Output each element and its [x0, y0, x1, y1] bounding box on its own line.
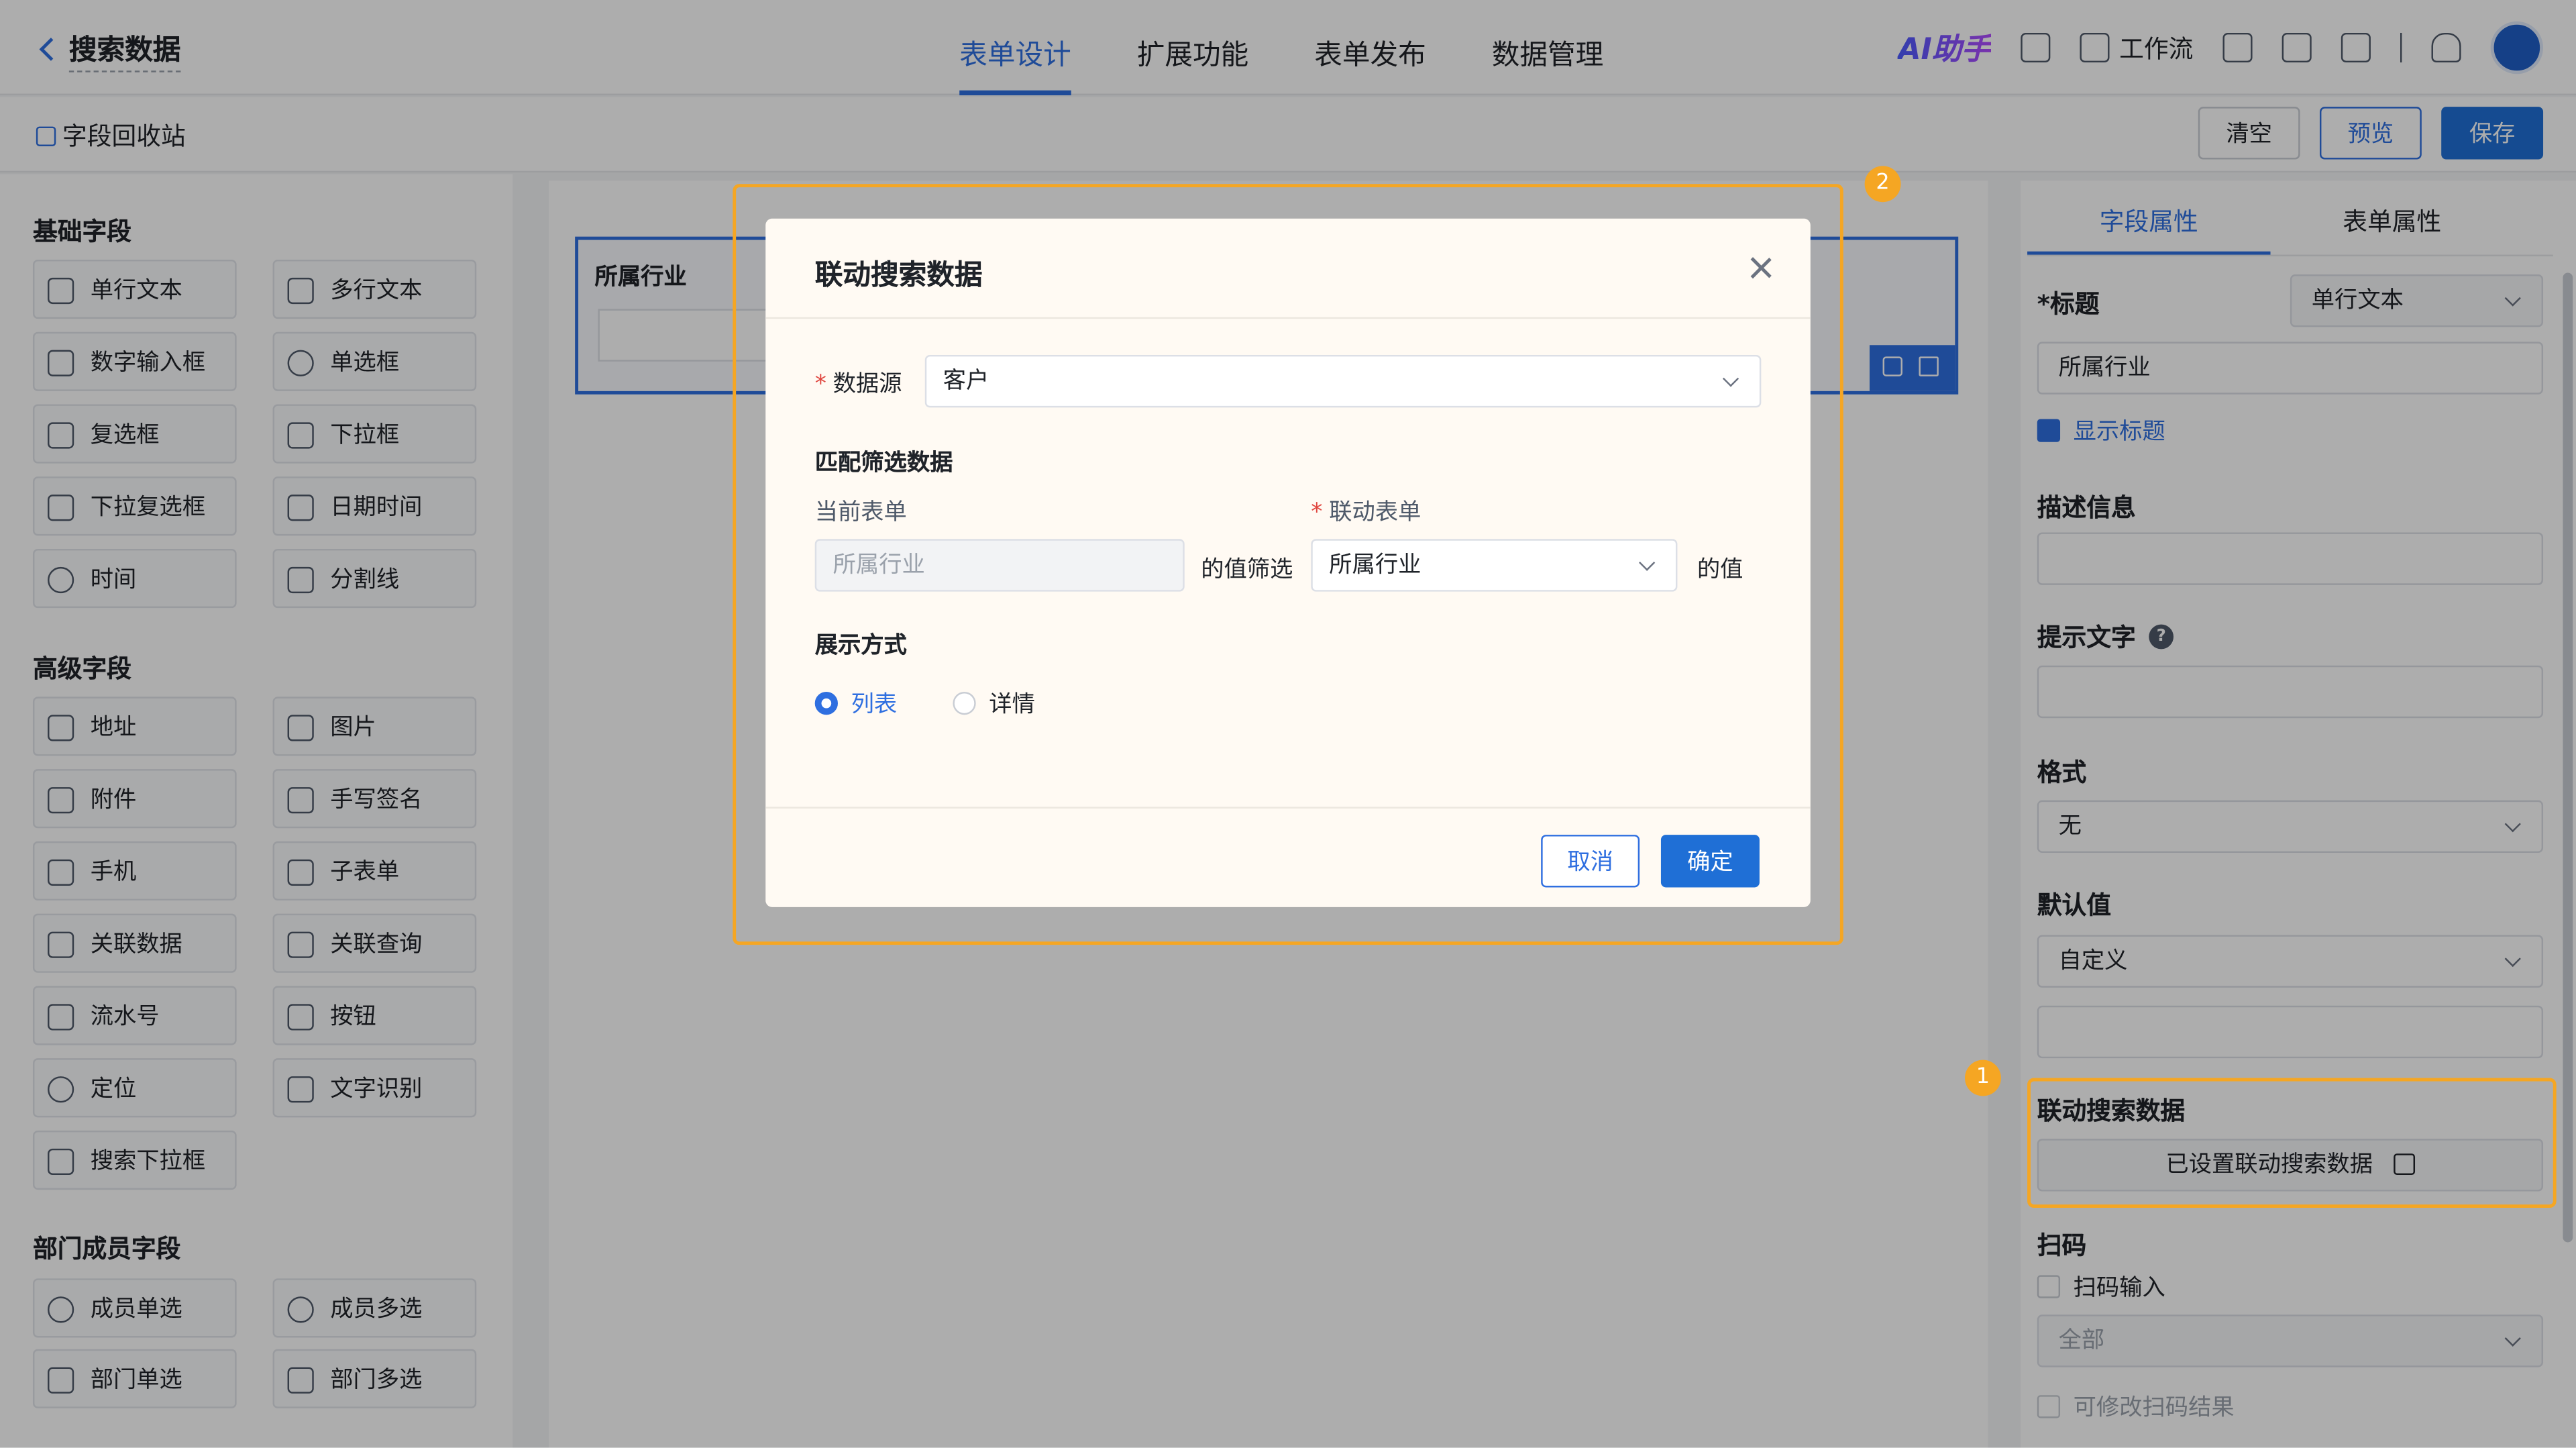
modal-footer-divider — [765, 807, 1811, 809]
step-badge-2: 2 — [1864, 166, 1901, 203]
match-title: 匹配筛选数据 — [814, 450, 953, 477]
source-select[interactable]: 客户 — [924, 354, 1762, 408]
linked-search-modal: 联动搜索数据 * 数据源 客户 匹配筛选数据 当前表单 * 联动表单 所属行业 的值… — [765, 218, 1811, 907]
cancel-button[interactable]: 取消 — [1541, 835, 1640, 888]
filter-text: 的值筛选 — [1201, 557, 1293, 584]
radio-detail[interactable]: 详情 — [953, 687, 1035, 720]
step-badge-1: 1 — [1965, 1059, 2001, 1096]
display-title: 展示方式 — [814, 632, 907, 660]
linked-form-select[interactable]: 所属行业 — [1311, 539, 1678, 592]
highlight-linked-search — [2027, 1078, 2557, 1208]
current-form-label: 当前表单 — [814, 499, 907, 526]
linked-form-label: * 联动表单 — [1311, 499, 1421, 526]
radio-selected-icon — [814, 692, 838, 715]
modal-divider — [765, 317, 1811, 319]
radio-icon — [953, 692, 976, 715]
current-form-field: 所属行业 — [814, 539, 1185, 592]
app-window: 搜索数据 表单设计 扩展功能 表单发布 数据管理 AI助手 工作流 字段回收站 — [0, 0, 2576, 1448]
modal-title: 联动搜索数据 — [814, 259, 983, 293]
radio-list[interactable]: 列表 — [814, 687, 897, 720]
confirm-button[interactable]: 确定 — [1660, 835, 1760, 888]
value-text: 的值 — [1697, 557, 1743, 584]
close-icon[interactable] — [1748, 255, 1774, 281]
source-label: * 数据源 — [814, 371, 902, 398]
